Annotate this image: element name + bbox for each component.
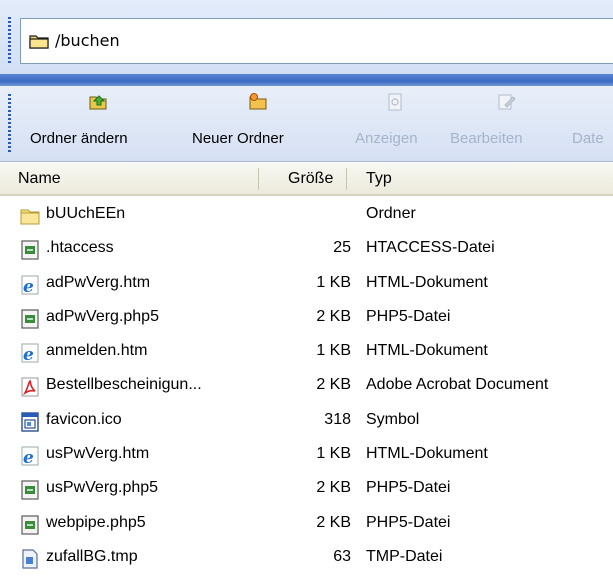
script-file-icon xyxy=(21,480,39,500)
address-path: /buchen xyxy=(55,31,120,50)
ie-html-icon: e xyxy=(21,343,39,363)
column-header: Name Größe Typ xyxy=(0,163,613,196)
script-file-icon xyxy=(21,309,39,329)
list-item[interactable]: bUUchEEn Ordner xyxy=(0,199,613,233)
change-folder-icon xyxy=(89,95,107,110)
list-item[interactable]: webpipe.php5 2 KB PHP5-Datei xyxy=(0,508,613,542)
script-file-icon xyxy=(21,240,39,260)
file-button[interactable]: Date xyxy=(572,86,613,162)
script-file-icon xyxy=(21,515,39,535)
ie-html-icon: e xyxy=(21,446,39,466)
list-item[interactable]: e anmelden.htm 1 KB HTML-Dokument xyxy=(0,336,613,370)
column-type[interactable]: Typ xyxy=(366,170,392,188)
ico-file-icon xyxy=(21,412,39,432)
list-item[interactable]: e usPwVerg.htm 1 KB HTML-Dokument xyxy=(0,439,613,473)
toolbar-grip[interactable] xyxy=(8,94,11,154)
edit-label: Bearbeiten xyxy=(450,130,523,147)
change-folder-button[interactable]: Ordner ändern xyxy=(30,86,170,162)
list-item[interactable]: Bestellbescheinigun... 2 KB Adobe Acroba… xyxy=(0,370,613,404)
svg-text:e: e xyxy=(23,448,34,466)
new-folder-icon xyxy=(249,93,267,110)
new-folder-label: Neuer Ordner xyxy=(192,130,284,147)
tmp-file-icon xyxy=(22,549,38,569)
edit-button[interactable]: Bearbeiten xyxy=(450,86,560,162)
file-label: Date xyxy=(572,130,604,147)
folder-icon xyxy=(20,209,40,225)
new-folder-button[interactable]: Neuer Ordner xyxy=(192,86,327,162)
view-label: Anzeigen xyxy=(355,130,418,147)
view-icon xyxy=(388,93,402,111)
list-item[interactable]: zufallBG.tmp 63 TMP-Datei xyxy=(0,542,613,576)
svg-text:e: e xyxy=(23,277,34,295)
svg-text:e: e xyxy=(23,345,34,363)
folder-icon xyxy=(29,35,49,49)
file-list: bUUchEEn Ordner .htaccess 25 HTACCESS-Da… xyxy=(0,199,613,576)
toolbar: Ordner ändern Neuer Ordner Anzeigen Bear… xyxy=(0,86,613,162)
column-size[interactable]: Größe xyxy=(288,170,333,188)
address-bar-border xyxy=(0,74,613,86)
ie-html-icon: e xyxy=(21,275,39,295)
list-item[interactable]: usPwVerg.php5 2 KB PHP5-Datei xyxy=(0,473,613,507)
list-item[interactable]: .htaccess 25 HTACCESS-Datei xyxy=(0,233,613,267)
address-field[interactable]: /buchen xyxy=(20,18,613,64)
list-item[interactable]: e adPwVerg.htm 1 KB HTML-Dokument xyxy=(0,268,613,302)
address-bar-band: /buchen xyxy=(0,0,613,88)
pdf-icon xyxy=(21,377,39,397)
list-item[interactable]: favicon.ico 318 Symbol xyxy=(0,405,613,439)
toolbar-grip[interactable] xyxy=(8,17,11,65)
view-button[interactable]: Anzeigen xyxy=(355,86,440,162)
list-item[interactable]: adPwVerg.php5 2 KB PHP5-Datei xyxy=(0,302,613,336)
column-name[interactable]: Name xyxy=(18,170,61,188)
column-divider[interactable] xyxy=(258,168,259,190)
column-divider[interactable] xyxy=(346,168,347,190)
change-folder-label: Ordner ändern xyxy=(30,130,128,147)
edit-icon xyxy=(498,94,516,110)
